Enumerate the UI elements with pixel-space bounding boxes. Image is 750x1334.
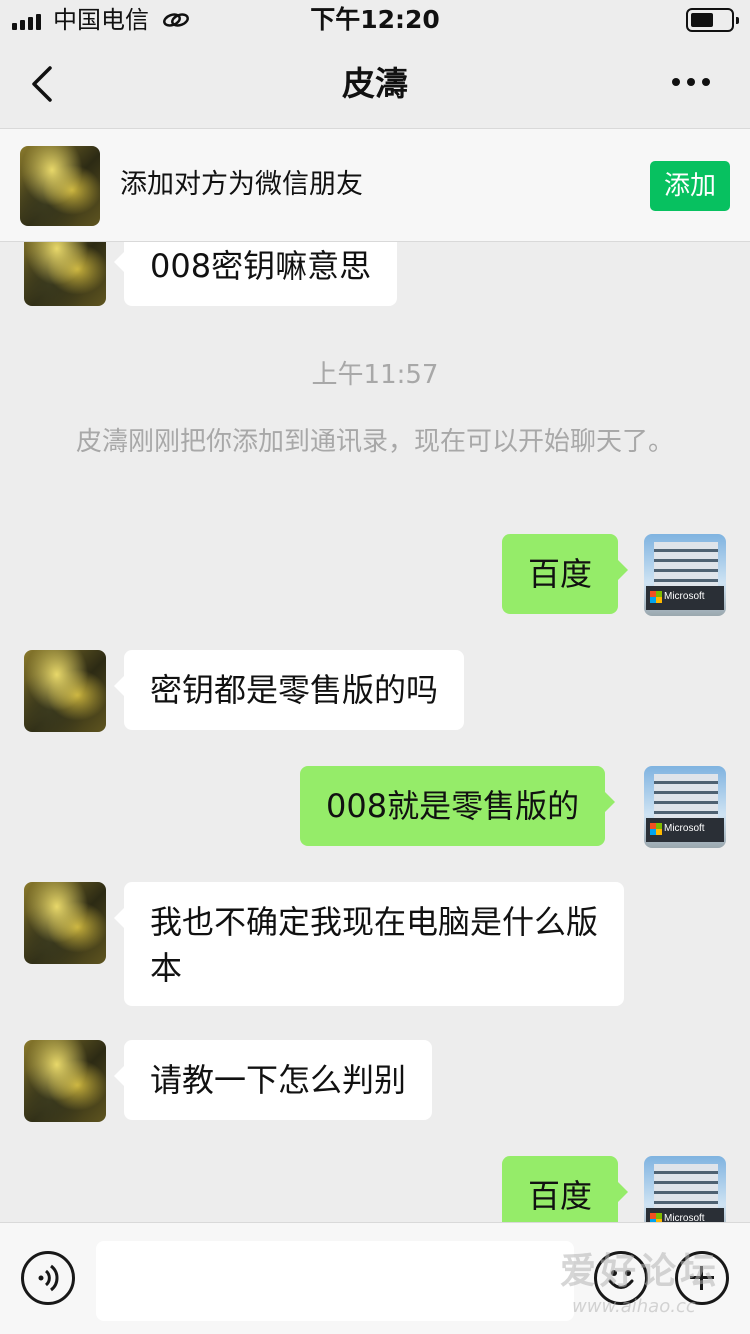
avatar-sign-text: Microsoft <box>664 591 705 602</box>
avatar-sign-text: Microsoft <box>664 1213 705 1222</box>
timestamp: 上午11:57 <box>311 360 439 390</box>
message-input[interactable] <box>96 1241 574 1321</box>
windows-logo-icon <box>650 823 662 835</box>
message-bubble[interactable]: 密钥都是零售版的吗 <box>113 650 465 730</box>
contact-avatar[interactable] <box>24 242 106 306</box>
windows-logo-icon <box>650 1213 662 1222</box>
add-friend-text: 添加对方为微信朋友 <box>120 169 363 200</box>
contact-avatar[interactable] <box>24 1040 106 1122</box>
contact-avatar[interactable] <box>20 146 100 226</box>
contact-avatar[interactable] <box>24 650 106 732</box>
message-bubble[interactable]: 百度 <box>502 534 629 614</box>
self-avatar[interactable]: Microsoft <box>644 1156 726 1222</box>
add-friend-button[interactable]: 添加 <box>650 161 730 211</box>
chat-title: 皮濤 <box>342 64 408 103</box>
windows-logo-icon <box>650 591 662 603</box>
more-dots-icon[interactable] <box>672 78 710 86</box>
avatar-sign-text: Microsoft <box>664 823 705 834</box>
clock: 下午12:20 <box>310 5 440 34</box>
contact-avatar[interactable] <box>24 882 106 964</box>
status-bar: 中国电信 下午12:20 <box>0 0 750 40</box>
message-list[interactable]: 008密钥嘛意思 上午11:57 皮濤刚刚把你添加到通讯录，现在可以开始聊天了。… <box>0 242 750 1222</box>
self-avatar[interactable]: Microsoft <box>644 534 726 616</box>
message-bubble[interactable]: 百度 <box>502 1156 629 1222</box>
system-notice: 皮濤刚刚把你添加到通讯录，现在可以开始聊天了。 <box>76 427 675 457</box>
add-friend-banner: 添加对方为微信朋友 添加 <box>0 128 750 242</box>
message-bubble[interactable]: 我也不确定我现在电脑是什么版本 <box>114 882 624 1006</box>
watermark: 爱好论坛 www.aihao.cc <box>560 1250 740 1326</box>
watermark-sub: www.aihao.cc <box>572 1296 696 1317</box>
message-bubble[interactable]: 008密钥嘛意思 <box>113 242 398 306</box>
voice-icon[interactable] <box>21 1251 75 1305</box>
battery-icon <box>686 8 739 32</box>
message-bubble[interactable]: 请教一下怎么判别 <box>113 1040 433 1120</box>
watermark-main: 爱好论坛 <box>560 1251 721 1292</box>
self-avatar[interactable]: Microsoft <box>644 766 726 848</box>
message-bubble[interactable]: 008就是零售版的 <box>300 766 616 846</box>
nav-bar: 皮濤 <box>0 40 750 128</box>
